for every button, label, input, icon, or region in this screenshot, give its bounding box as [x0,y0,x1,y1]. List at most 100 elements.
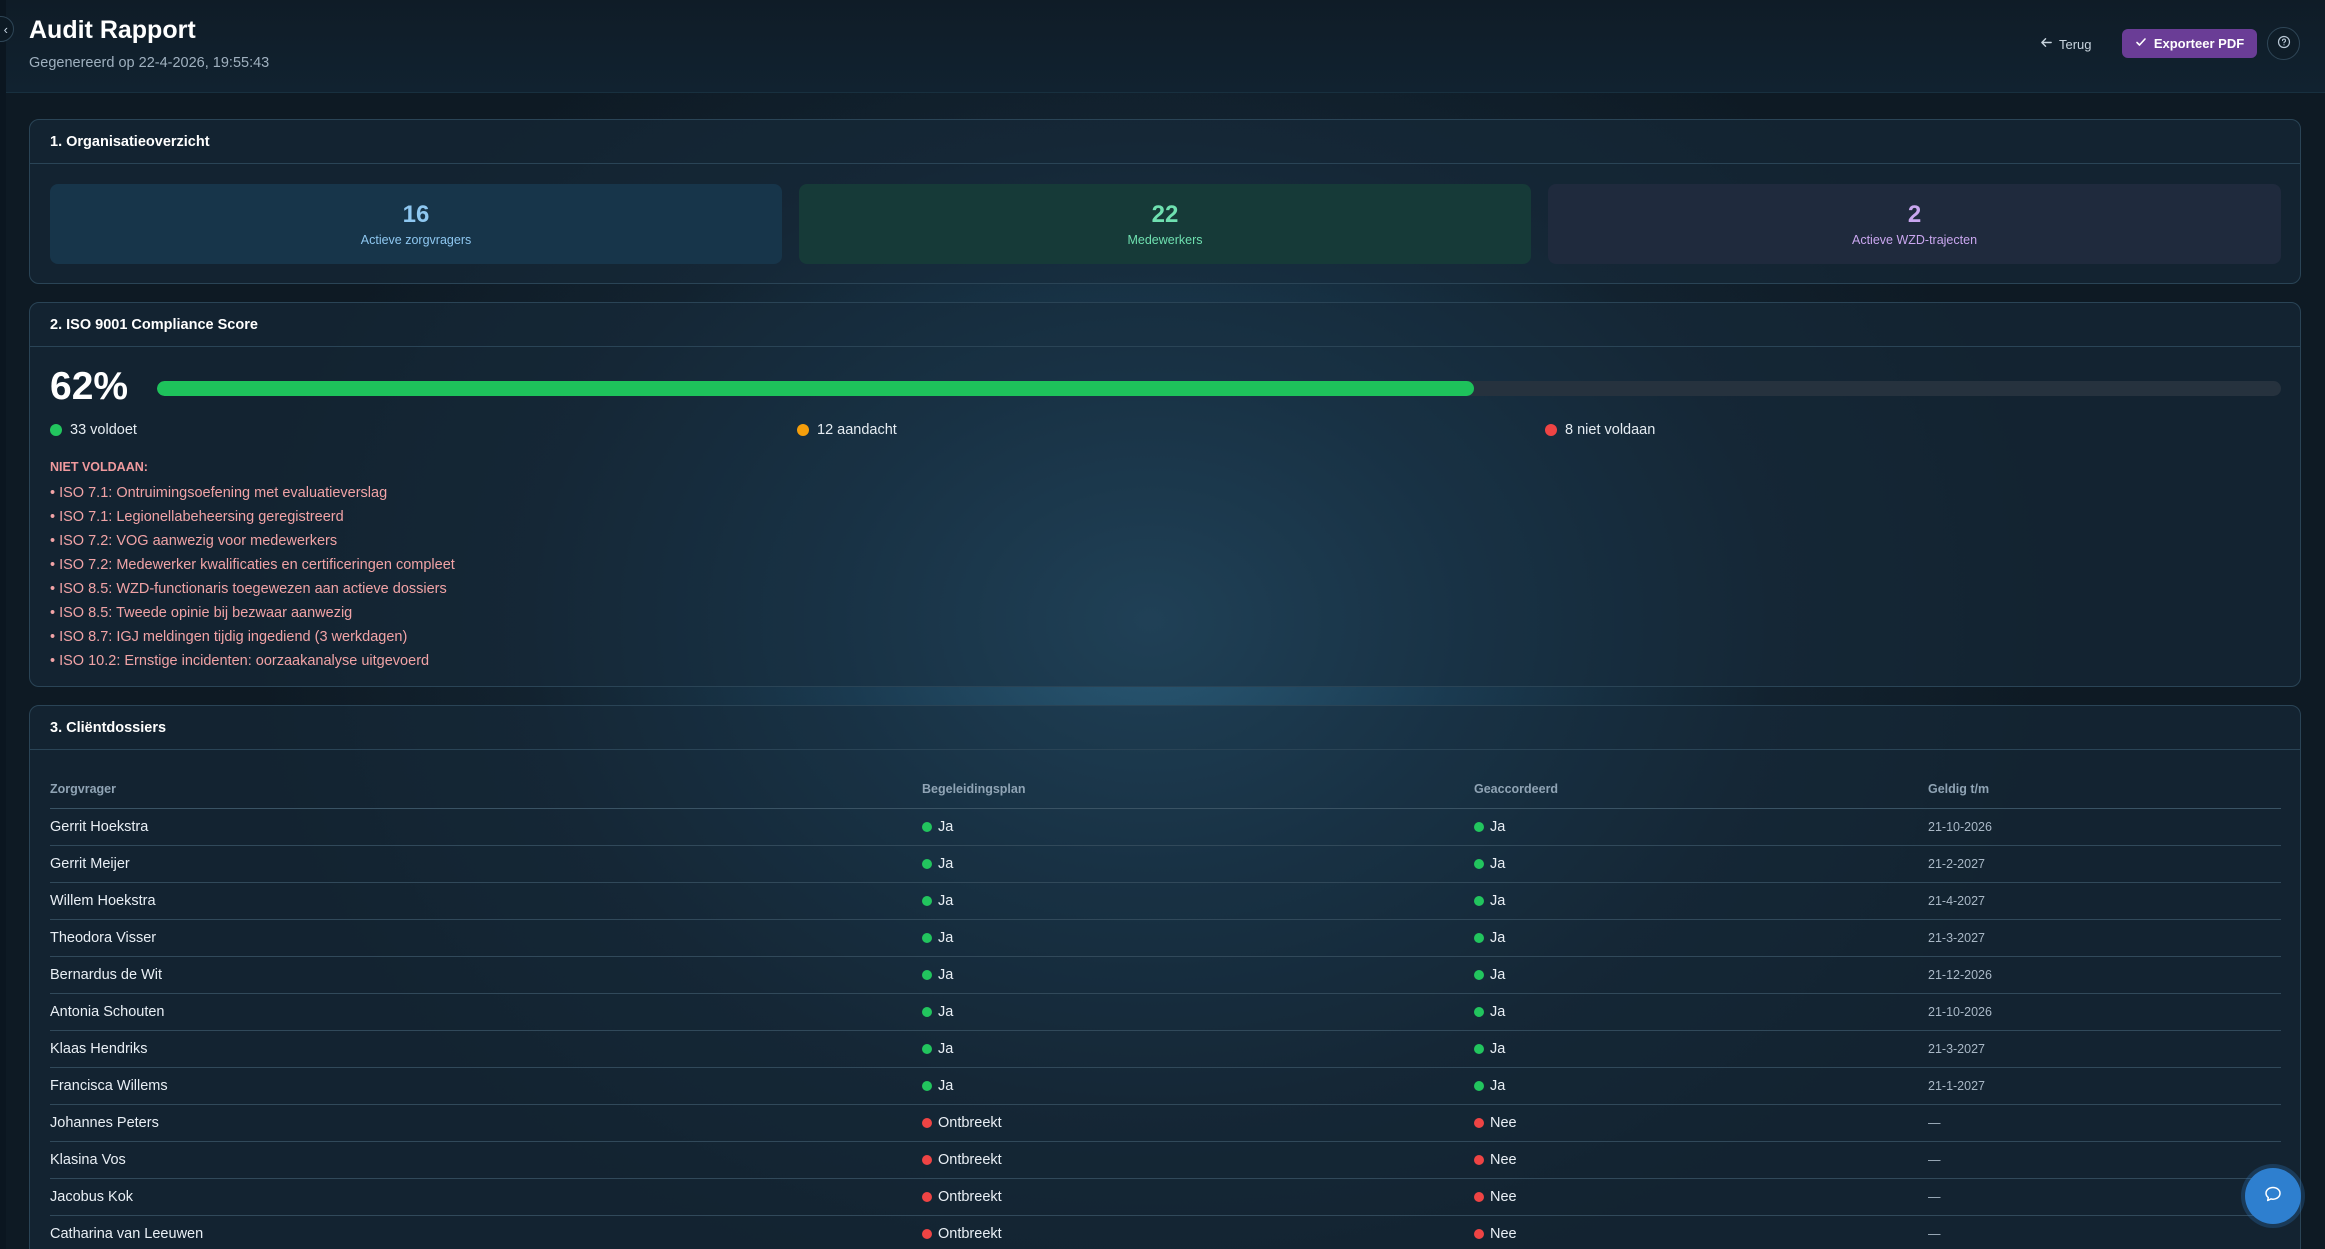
generated-timestamp: Gegenereerd op 22-4-2026, 19:55:43 [29,55,270,71]
stat-wzd-trajects: 2 Actieve WZD-trajecten [1548,184,2281,264]
approved-status: Nee [1474,1115,1928,1131]
legend-non-compliant: 8 niet voldaan [1545,422,1655,438]
status-dot-icon [1474,858,1484,869]
valid-until: — [1928,1189,1941,1204]
status-dot-icon [922,1080,932,1091]
status-dot-icon [922,932,932,943]
table-row[interactable]: Klaas Hendriks Ja Ja 21-3-2027 [50,1030,2281,1068]
column-header: Geaccordeerd [1474,771,1928,809]
valid-until: 21-3-2027 [1928,1041,1985,1056]
plan-status: Ja [922,819,1474,835]
list-item: • ISO 7.1: Ontruimingsoefening met evalu… [50,485,388,501]
export-pdf-button[interactable]: Exporteer PDF [2122,29,2257,58]
plan-status: Ja [922,893,1474,909]
client-dossier-table: Zorgvrager Begeleidingsplan Geaccordeerd… [50,771,2281,1249]
client-name: Gerrit Hoekstra [50,818,149,835]
table-row[interactable]: Theodora Visser Ja Ja 21-3-2027 [50,919,2281,957]
plan-status: Ja [922,967,1474,983]
client-name: Johannes Peters [50,1114,159,1131]
table-row[interactable]: Bernardus de Wit Ja Ja 21-12-2026 [50,956,2281,994]
valid-until: — [1928,1226,1941,1241]
approved-status: Nee [1474,1189,1928,1205]
valid-until: 21-12-2026 [1928,967,1992,982]
table-row[interactable]: Catharina van Leeuwen Ontbreekt Nee — [50,1215,2281,1249]
table-row[interactable]: Willem Hoekstra Ja Ja 21-4-2027 [50,882,2281,920]
stat-value: 2 [1907,201,1922,228]
plan-status-label: Ontbreekt [938,1151,1002,1168]
top-bar [0,0,2325,93]
back-label: Terug [2059,36,2092,52]
legend-label: 33 voldoet [70,422,137,438]
status-dot-icon [1474,1191,1484,1202]
status-dot-icon [1474,1117,1484,1128]
stat-label: Medewerkers [1127,233,1203,247]
table-row[interactable]: Gerrit Hoekstra Ja Ja 21-10-2026 [50,808,2281,846]
page-title: Audit Rapport [29,16,196,44]
chat-bubble-icon [2263,1184,2283,1209]
back-button[interactable]: Terug [2040,30,2092,58]
approved-status: Ja [1474,893,1928,909]
check-icon [2135,36,2147,51]
status-dot-icon [1474,1228,1484,1239]
chat-button[interactable] [2245,1168,2301,1224]
arrow-left-icon [2040,36,2053,52]
client-name: Klasina Vos [50,1151,126,1168]
plan-status-label: Ja [938,818,954,835]
status-dot-icon [922,895,932,906]
valid-until: 21-3-2027 [1928,930,1985,945]
approved-status-label: Ja [1490,855,1506,872]
status-dot-icon [1474,969,1484,980]
valid-until: 21-10-2026 [1928,1004,1992,1019]
plan-status: Ja [922,856,1474,872]
approved-status-label: Ja [1490,892,1506,909]
approved-status-label: Nee [1490,1151,1517,1168]
legend-attention: 12 aandacht [797,422,897,438]
approved-status: Ja [1474,1004,1928,1020]
table-row[interactable]: Antonia Schouten Ja Ja 21-10-2026 [50,993,2281,1031]
status-dot-icon [922,1117,932,1128]
approved-status-label: Ja [1490,818,1506,835]
compliance-progress-fill [157,381,1474,396]
list-item: • ISO 8.5: WZD-functionaris toegewezen a… [50,581,447,597]
status-dot-icon [1474,1043,1484,1054]
status-dot-icon [1474,1080,1484,1091]
approved-status-label: Ja [1490,1077,1506,1094]
list-item: • ISO 7.2: Medewerker kwalificaties en c… [50,557,455,573]
approved-status: Ja [1474,967,1928,983]
section-title: 2. ISO 9001 Compliance Score [30,303,2300,347]
stat-employees: 22 Medewerkers [799,184,1531,264]
client-name: Francisca Willems [50,1077,168,1094]
approved-status: Nee [1474,1226,1928,1242]
table-body: Gerrit Hoekstra Ja Ja 21-10-2026 Gerrit Meij… [50,808,2281,1249]
table-row[interactable]: Francisca Willems Ja Ja 21-1-2027 [50,1067,2281,1105]
column-header: Geldig t/m [1928,771,2281,809]
valid-until: 21-4-2027 [1928,893,1985,908]
non-compliant-list: • ISO 7.1: Ontruimingsoefening met evalu… [50,481,455,673]
approved-status: Ja [1474,819,1928,835]
list-item: • ISO 7.1: Legionellabeheersing geregist… [50,509,344,525]
table-row[interactable]: Jacobus Kok Ontbreekt Nee — [50,1178,2281,1216]
organisation-overview-card: 1. Organisatieoverzicht 16 Actieve zorgv… [29,119,2301,284]
legend-label: 8 niet voldaan [1565,422,1656,438]
plan-status: Ontbreekt [922,1152,1474,1168]
column-header: Zorgvrager [50,771,922,809]
plan-status-label: Ja [938,1077,954,1094]
approved-status-label: Nee [1490,1188,1517,1205]
client-name: Bernardus de Wit [50,966,163,983]
status-dot-icon [1474,932,1484,943]
plan-status: Ontbreekt [922,1226,1474,1242]
table-row[interactable]: Klasina Vos Ontbreekt Nee — [50,1141,2281,1179]
valid-until: — [1928,1152,1941,1167]
help-button[interactable] [2267,27,2300,60]
approved-status: Ja [1474,930,1928,946]
plan-status: Ontbreekt [922,1115,1474,1131]
status-dot-icon [922,1228,932,1239]
approved-status-label: Ja [1490,929,1506,946]
plan-status-label: Ontbreekt [938,1188,1002,1205]
status-dot-icon [1474,1006,1484,1017]
valid-until: 21-10-2026 [1928,819,1992,834]
table-row[interactable]: Gerrit Meijer Ja Ja 21-2-2027 [50,845,2281,883]
table-row[interactable]: Johannes Peters Ontbreekt Nee — [50,1104,2281,1142]
plan-status-label: Ja [938,855,954,872]
legend-label: 12 aandacht [817,422,897,438]
